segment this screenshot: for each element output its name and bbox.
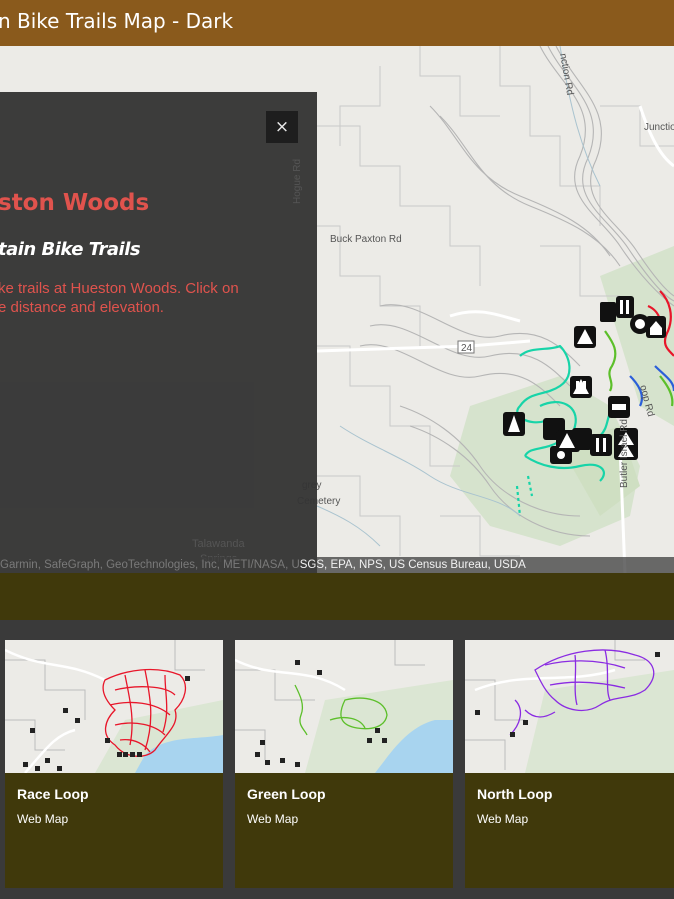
gallery-card-green-loop[interactable]: Green Loop Web Map — [235, 640, 453, 888]
panel-title: ston Woods — [0, 190, 150, 216]
card-type-north-loop: Web Map — [477, 812, 529, 826]
label-junction: Junctio — [644, 122, 674, 133]
card-type-green-loop: Web Map — [247, 812, 299, 826]
card-type-race-loop: Web Map — [17, 812, 69, 826]
card-title-green-loop[interactable]: Green Loop — [247, 786, 326, 802]
panel-description: ke trails at Hueston Woods. Click on e d… — [0, 279, 239, 317]
map-attribution: Garmin, SafeGraph, GeoTechnologies, Inc,… — [0, 557, 674, 573]
thumbnail-race-loop[interactable] — [5, 640, 223, 773]
panel-description-line-2: e distance and elevation. — [0, 299, 164, 316]
map-view[interactable]: Buck Paxton Rd 24 Junctio nction Rd Butl… — [0, 46, 674, 574]
label-route: 24 — [461, 343, 473, 354]
thumbnail-north-loop-image — [465, 640, 674, 773]
label-buck-paxton: Buck Paxton Rd — [330, 234, 402, 245]
close-button[interactable]: × — [266, 111, 298, 143]
attribution-faint: Garmin, SafeGraph, GeoTechnologies, Inc,… — [0, 559, 300, 571]
section-divider-bar — [0, 573, 674, 620]
thumbnail-green-loop[interactable] — [235, 640, 453, 773]
panel-subtitle: tain Bike Trails — [0, 239, 141, 260]
card-title-race-loop[interactable]: Race Loop — [17, 786, 89, 802]
app-title: n Bike Trails Map - Dark — [0, 9, 234, 33]
faint-map-label-talawanda: Talawanda — [192, 538, 245, 550]
faint-map-label-vertical-road: Hogue Rd — [292, 158, 303, 204]
thumbnail-green-loop-image — [235, 640, 453, 773]
gallery-card-race-loop[interactable]: Race Loop Web Map — [5, 640, 223, 888]
label-butler-israel: Butler Israel Rd — [619, 419, 630, 488]
thumbnail-north-loop[interactable] — [465, 640, 674, 773]
map-gallery: Race Loop Web Map Green Loop Web Map Nor… — [0, 620, 674, 899]
app-header: n Bike Trails Map - Dark — [0, 0, 674, 46]
thumbnail-race-loop-image — [5, 640, 223, 773]
attribution-text: SGS, EPA, NPS, US Census Bureau, USDA — [299, 559, 526, 571]
card-title-north-loop[interactable]: North Loop — [477, 786, 552, 802]
gallery-card-north-loop[interactable]: North Loop Web Map — [465, 640, 674, 888]
info-panel: × ston Woods tain Bike Trails ke trails … — [0, 92, 317, 574]
panel-description-line-1: ke trails at Hueston Woods. Click on — [0, 280, 239, 297]
